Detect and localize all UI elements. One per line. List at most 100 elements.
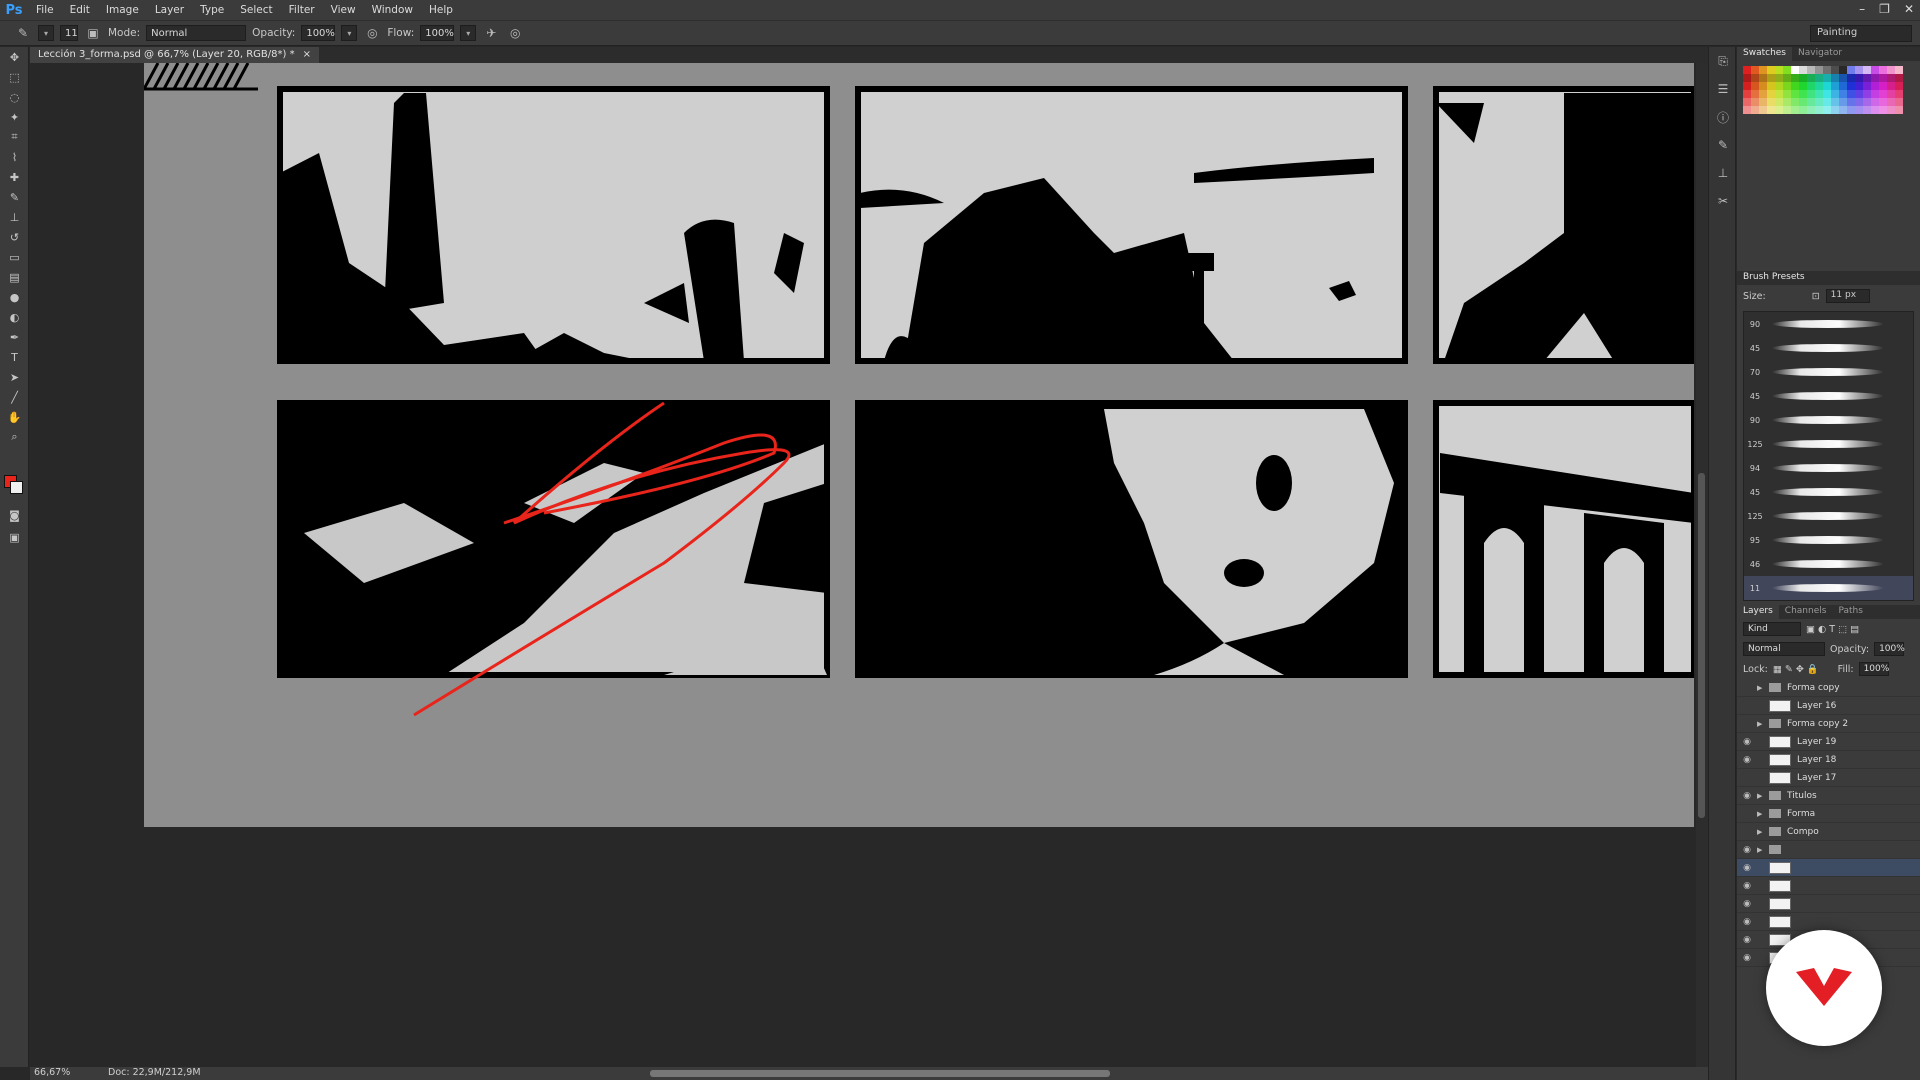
color-swatch[interactable] xyxy=(1831,82,1839,90)
color-swatch[interactable] xyxy=(1887,106,1895,114)
color-swatch[interactable] xyxy=(1799,74,1807,82)
layer-row[interactable]: ◉ Layer 19 xyxy=(1737,733,1920,751)
color-swatch[interactable] xyxy=(1767,106,1775,114)
layers-list[interactable]: ▶ Forma copy Layer 16 ▶ Forma copy 2 ◉ Layer 1… xyxy=(1737,679,1920,967)
color-swatch[interactable] xyxy=(1767,90,1775,98)
marquee-tool-icon[interactable]: ⬚ xyxy=(0,67,29,87)
color-swatch[interactable] xyxy=(1743,106,1751,114)
color-swatch[interactable] xyxy=(1775,90,1783,98)
airbrush-icon[interactable]: ✈ xyxy=(482,24,500,42)
color-swatch[interactable] xyxy=(1799,98,1807,106)
move-tool-icon[interactable]: ✥ xyxy=(0,47,29,67)
color-swatch[interactable] xyxy=(1751,98,1759,106)
color-swatch[interactable] xyxy=(1831,74,1839,82)
type-tool-icon[interactable]: T xyxy=(0,347,29,367)
color-swatch[interactable] xyxy=(1871,66,1879,74)
document-canvas[interactable] xyxy=(142,63,1695,827)
color-swatch[interactable] xyxy=(1799,82,1807,90)
tab-paths[interactable]: Paths xyxy=(1832,605,1868,619)
color-swatch[interactable] xyxy=(1879,90,1887,98)
mode-select[interactable]: Normal xyxy=(146,25,247,41)
brush-presets-list[interactable]: 90 45 70 45 90 125 94 45 125 95 46 11 xyxy=(1743,311,1914,601)
color-swatch[interactable] xyxy=(1791,66,1799,74)
color-swatch[interactable] xyxy=(1759,74,1767,82)
horizontal-scroll-thumb[interactable] xyxy=(650,1070,1110,1077)
canvas-area[interactable] xyxy=(30,63,1695,1067)
color-swatch[interactable] xyxy=(1863,98,1871,106)
color-swatch[interactable] xyxy=(1831,98,1839,106)
menu-help[interactable]: Help xyxy=(421,4,461,16)
tab-swatches[interactable]: Swatches xyxy=(1737,47,1792,61)
document-tab-close-icon[interactable]: × xyxy=(303,49,311,61)
lasso-tool-icon[interactable]: ◌ xyxy=(0,87,29,107)
layer-row[interactable]: ▶ Forma copy xyxy=(1737,679,1920,697)
visibility-eye-icon[interactable]: ◉ xyxy=(1737,953,1757,963)
color-swatch[interactable] xyxy=(1823,82,1831,90)
healing-tool-icon[interactable]: ✚ xyxy=(0,167,29,187)
zoom-level[interactable]: 66,67% xyxy=(34,1067,70,1078)
color-swatch[interactable] xyxy=(1799,66,1807,74)
brush-size-reset-icon[interactable]: ⊡ xyxy=(1812,291,1820,302)
color-swatch[interactable] xyxy=(1783,98,1791,106)
color-swatch[interactable] xyxy=(1895,66,1903,74)
quick-select-tool-icon[interactable]: ✦ xyxy=(0,107,29,127)
visibility-eye-icon[interactable]: ◉ xyxy=(1737,737,1757,747)
color-swatch[interactable] xyxy=(1759,106,1767,114)
color-swatch[interactable] xyxy=(1759,90,1767,98)
vertical-scrollbar[interactable] xyxy=(1696,63,1708,1067)
lock-icons[interactable]: ▦ ✎ ✥ 🔒 xyxy=(1773,664,1819,675)
hand-tool-icon[interactable]: ✋ xyxy=(0,407,29,427)
layer-row[interactable]: ◉ ▶ Titulos xyxy=(1737,787,1920,805)
color-swatch[interactable] xyxy=(1751,90,1759,98)
menu-type[interactable]: Type xyxy=(192,4,232,16)
color-swatch[interactable] xyxy=(1887,82,1895,90)
color-swatch[interactable] xyxy=(1791,106,1799,114)
color-swatch[interactable] xyxy=(1799,106,1807,114)
color-swatch[interactable] xyxy=(1775,74,1783,82)
color-swatch[interactable] xyxy=(1847,90,1855,98)
brush-tool-active-icon[interactable]: ✎ xyxy=(0,187,29,207)
tab-channels[interactable]: Channels xyxy=(1779,605,1833,619)
brush-panel-icon[interactable]: ✎ xyxy=(1709,131,1737,159)
color-swatch[interactable] xyxy=(1855,66,1863,74)
color-swatch[interactable] xyxy=(1823,74,1831,82)
color-swatch[interactable] xyxy=(1807,66,1815,74)
brush-preset-row[interactable]: 45 xyxy=(1744,336,1913,360)
color-swatch[interactable] xyxy=(1839,74,1847,82)
color-swatch[interactable] xyxy=(1895,90,1903,98)
layer-row[interactable]: ◉ xyxy=(1737,895,1920,913)
color-swatch[interactable] xyxy=(1879,66,1887,74)
expand-arrow-icon[interactable]: ▶ xyxy=(1757,720,1767,728)
brush-preset-picker[interactable]: ▾ xyxy=(38,25,54,41)
layer-row[interactable]: ◉ Layer 18 xyxy=(1737,751,1920,769)
color-swatch[interactable] xyxy=(1895,98,1903,106)
info-panel-icon[interactable]: ⓘ xyxy=(1709,103,1737,131)
color-swatch[interactable] xyxy=(1863,74,1871,82)
restore-icon[interactable]: ❐ xyxy=(1879,2,1890,16)
color-swatch[interactable] xyxy=(1759,82,1767,90)
color-swatch[interactable] xyxy=(1823,106,1831,114)
color-swatch[interactable] xyxy=(1783,90,1791,98)
color-swatch[interactable] xyxy=(1879,106,1887,114)
color-swatch[interactable] xyxy=(1831,66,1839,74)
document-tab[interactable]: Lección 3_forma.psd @ 66,7% (Layer 20, R… xyxy=(30,47,319,63)
color-swatch[interactable] xyxy=(1791,82,1799,90)
color-swatch[interactable] xyxy=(1871,98,1879,106)
menu-filter[interactable]: Filter xyxy=(281,4,323,16)
layer-row[interactable]: Layer 16 xyxy=(1737,697,1920,715)
brush-size-value[interactable]: 11 px xyxy=(1825,289,1870,303)
brush-tool-icon[interactable]: ✎ xyxy=(14,24,32,42)
expand-arrow-icon[interactable]: ▶ xyxy=(1757,828,1767,836)
color-swatch[interactable] xyxy=(1807,82,1815,90)
zoom-tool-icon[interactable]: ⌕ xyxy=(0,427,29,447)
color-swatch[interactable] xyxy=(1871,90,1879,98)
color-swatch[interactable] xyxy=(1783,106,1791,114)
color-swatch[interactable] xyxy=(1751,106,1759,114)
expand-arrow-icon[interactable]: ▶ xyxy=(1757,846,1767,854)
layer-row[interactable]: ◉ ▶ xyxy=(1737,841,1920,859)
color-swatch[interactable] xyxy=(1767,98,1775,106)
color-swatch[interactable] xyxy=(1799,90,1807,98)
color-swatch[interactable] xyxy=(1807,106,1815,114)
visibility-eye-icon[interactable]: ◉ xyxy=(1737,935,1757,945)
color-swatch[interactable] xyxy=(1775,82,1783,90)
